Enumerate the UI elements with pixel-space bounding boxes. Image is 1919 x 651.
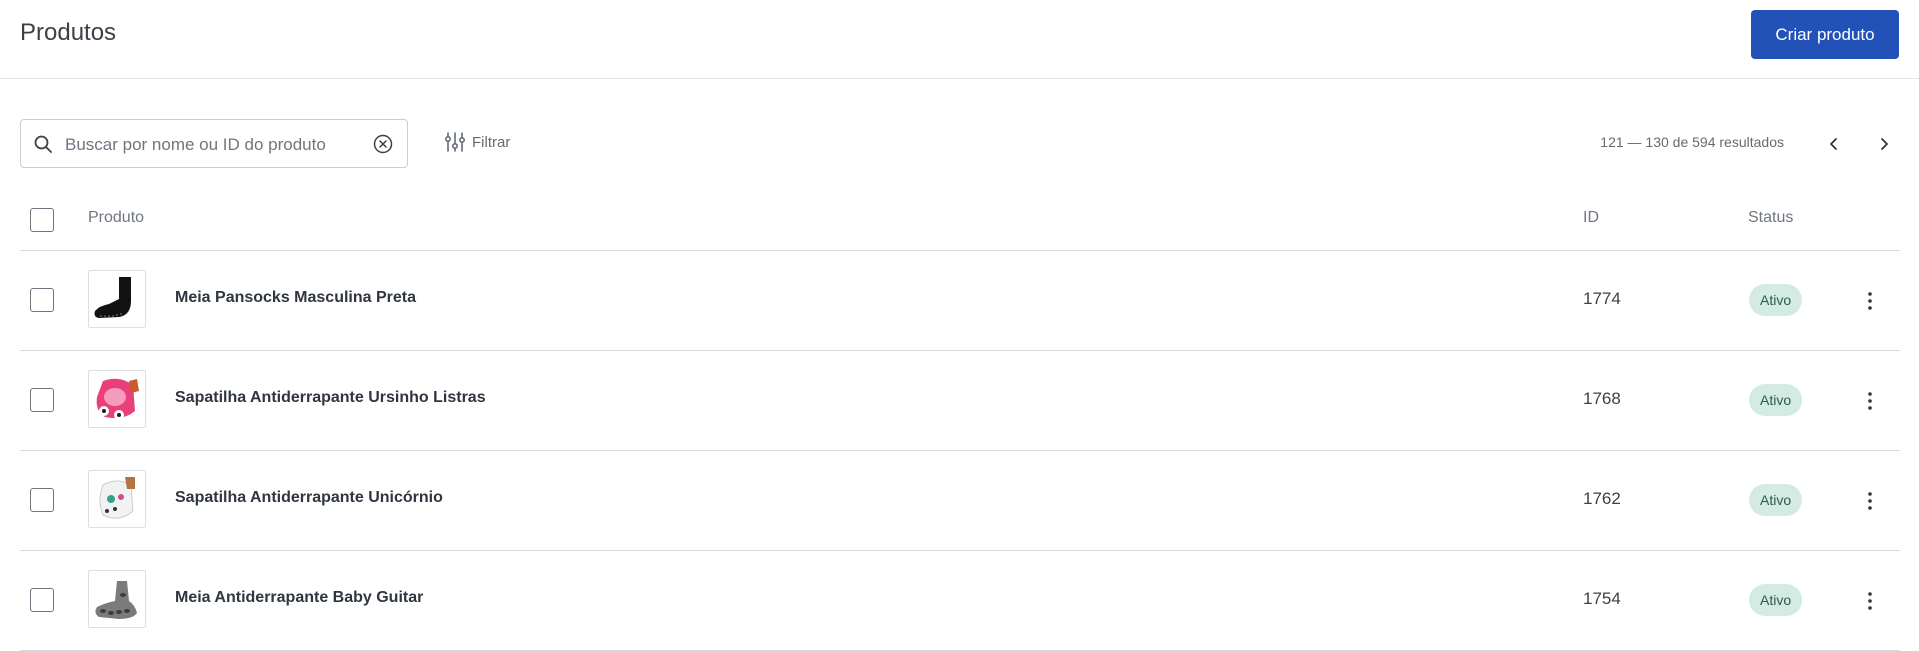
product-thumbnail [88,370,146,428]
clear-search-icon[interactable] [373,134,393,154]
search-icon [34,135,52,153]
product-id: 1774 [1583,289,1621,308]
product-id: 1754 [1583,589,1621,608]
product-name[interactable]: Sapatilha Antiderrapante Unicórnio [175,489,443,507]
table-row[interactable]: Sapatilha Antiderrapante Ursinho Listras… [20,351,1900,451]
select-all-checkbox[interactable] [30,208,54,232]
product-id: 1762 [1583,489,1621,508]
product-thumbnail [88,470,146,528]
product-name[interactable]: Meia Antiderrapante Baby Guitar [175,589,423,607]
toolbar: Filtrar 121 — 130 de 594 resultados [0,79,1919,195]
table-header: Produto ID Status [20,195,1900,251]
more-vertical-icon[interactable] [1858,289,1882,313]
row-checkbox[interactable] [30,588,54,612]
page-title: Produtos [20,19,117,46]
products-table: Produto ID Status Meia Pansocks Masculin… [20,195,1900,651]
product-thumbnail [88,270,146,328]
status-badge: Ativo [1749,284,1803,316]
page-header: Produtos Criar produto [0,0,1919,79]
column-header-id: ID [1583,209,1599,226]
search-box [20,119,408,168]
search-input[interactable] [63,130,367,160]
more-vertical-icon[interactable] [1858,589,1882,613]
table-row[interactable]: Sapatilha Antiderrapante Unicórnio 1762 … [20,451,1900,551]
chevron-left-icon[interactable] [1825,135,1843,153]
filter-label: Filtrar [472,133,511,151]
row-checkbox[interactable] [30,488,54,512]
product-name[interactable]: Sapatilha Antiderrapante Ursinho Listras [175,389,486,407]
create-product-button[interactable]: Criar produto [1751,10,1899,59]
status-badge: Ativo [1749,384,1803,416]
row-checkbox[interactable] [30,288,54,312]
status-badge: Ativo [1749,584,1803,616]
column-header-status: Status [1748,209,1794,226]
results-count: 121 — 130 de 594 resultados [1600,134,1784,150]
column-header-product: Produto [88,209,145,226]
filter-button[interactable]: Filtrar [444,131,510,153]
table-row[interactable]: Meia Antiderrapante Baby Guitar 1754 Ati… [20,551,1900,651]
more-vertical-icon[interactable] [1858,389,1882,413]
row-checkbox[interactable] [30,388,54,412]
status-badge: Ativo [1749,484,1803,516]
filter-sliders-icon [444,132,466,152]
product-id: 1768 [1583,389,1621,408]
chevron-right-icon[interactable] [1875,135,1893,153]
more-vertical-icon[interactable] [1858,489,1882,513]
product-name[interactable]: Meia Pansocks Masculina Preta [175,289,416,307]
product-thumbnail [88,570,146,628]
table-row[interactable]: Meia Pansocks Masculina Preta 1774 Ativo [20,251,1900,351]
